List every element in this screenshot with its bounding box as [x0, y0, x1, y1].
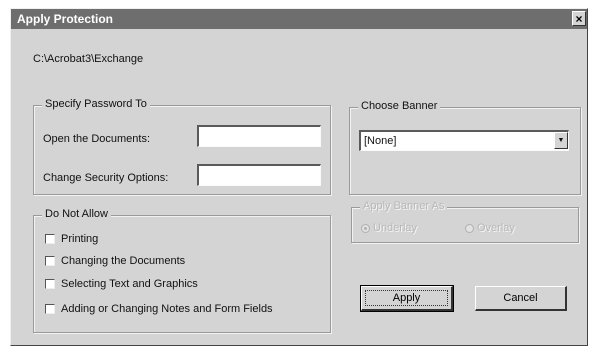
- overlay-radio: [465, 223, 474, 233]
- notes-fields-option[interactable]: Adding or Changing Notes and Form Fields: [45, 303, 273, 315]
- cancel-button-label: Cancel: [503, 292, 538, 304]
- cancel-button[interactable]: Cancel: [475, 286, 567, 311]
- changing-documents-option[interactable]: Changing the Documents: [45, 255, 185, 267]
- overlay-label: Overlay: [477, 222, 515, 234]
- underlay-label: Underlay: [373, 222, 418, 234]
- open-documents-label: Open the Documents:: [43, 133, 151, 145]
- changing-documents-label: Changing the Documents: [61, 255, 186, 267]
- dialog-title: Apply Protection: [17, 12, 114, 26]
- banner-select[interactable]: [None] ▼: [359, 130, 569, 151]
- choose-banner-label: Choose Banner: [358, 100, 441, 112]
- password-group-legend: Specify Password To: [42, 98, 150, 110]
- do-not-allow-legend: Do Not Allow: [42, 208, 111, 220]
- printing-label: Printing: [61, 233, 99, 245]
- focus-rectangle: [365, 290, 448, 306]
- close-button[interactable]: ×: [572, 11, 586, 26]
- underlay-radio: [361, 223, 370, 233]
- apply-button[interactable]: Apply: [360, 285, 454, 312]
- path-label: C:\Acrobat3\Exchange: [33, 53, 144, 65]
- selecting-text-option[interactable]: Selecting Text and Graphics: [45, 278, 198, 290]
- banner-group: Choose Banner: [349, 100, 581, 195]
- banner-selected-value: [None]: [364, 135, 397, 147]
- notes-fields-label: Adding or Changing Notes and Form Fields: [61, 303, 273, 315]
- close-icon: ×: [575, 12, 583, 26]
- selecting-text-label: Selecting Text and Graphics: [61, 278, 198, 290]
- change-security-password-input[interactable]: [197, 164, 321, 186]
- title-bar[interactable]: Apply Protection ×: [11, 9, 587, 29]
- notes-fields-checkbox[interactable]: [45, 304, 55, 314]
- change-security-label: Change Security Options:: [43, 172, 169, 184]
- chevron-down-icon[interactable]: ▼: [554, 132, 568, 149]
- printing-checkbox[interactable]: [45, 234, 55, 244]
- changing-documents-checkbox[interactable]: [45, 256, 55, 266]
- selecting-text-checkbox[interactable]: [45, 279, 55, 289]
- underlay-option: Underlay: [361, 222, 417, 234]
- overlay-option: Overlay: [465, 222, 515, 234]
- open-documents-password-input[interactable]: [197, 125, 321, 147]
- apply-protection-dialog: Apply Protection × C:\Acrobat3\Exchange …: [10, 8, 588, 346]
- apply-banner-as-legend: Apply Banner As: [360, 200, 448, 212]
- printing-option[interactable]: Printing: [45, 233, 98, 245]
